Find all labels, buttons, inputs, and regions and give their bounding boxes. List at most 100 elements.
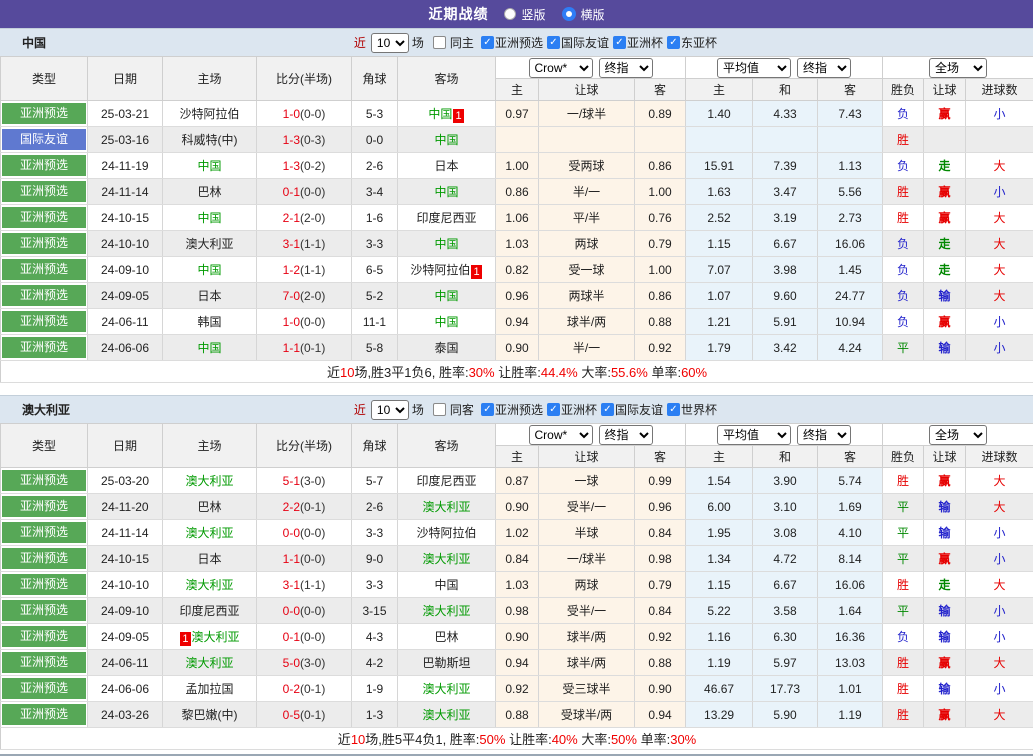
checkbox-icon[interactable]: ✓ bbox=[547, 403, 560, 416]
checkbox-icon[interactable]: ✓ bbox=[601, 403, 614, 416]
checkbox-icon[interactable]: ✓ bbox=[481, 36, 494, 49]
col-home: 主场 bbox=[163, 57, 257, 101]
goals-result: 大 bbox=[966, 153, 1033, 179]
bookmaker-select[interactable]: Crow* bbox=[529, 58, 593, 78]
checkbox-icon[interactable]: ✓ bbox=[667, 403, 680, 416]
team-name: 中国 bbox=[434, 289, 458, 303]
handicap-line: 受三球半 bbox=[539, 676, 635, 702]
match-date: 24-10-15 bbox=[88, 546, 163, 572]
team-name: 中国 bbox=[197, 341, 221, 355]
bookmaker-select[interactable]: Crow* bbox=[529, 425, 593, 445]
team-name: 日本 bbox=[197, 289, 221, 303]
odds-value: 0.94 bbox=[496, 650, 539, 676]
average-odds-value: 1.01 bbox=[818, 676, 883, 702]
team-name: 澳大利亚 bbox=[185, 656, 233, 670]
competition-filter[interactable]: ✓国际友谊 bbox=[597, 401, 663, 418]
goals-result-value: 大 bbox=[994, 211, 1006, 225]
same-away-checkbox[interactable] bbox=[433, 403, 446, 416]
table-header-row-1: 类型 日期 主场 比分(半场) 角球 客场 Crow* 终指 平均值 终指 全场 bbox=[1, 424, 1033, 446]
match-type-cell: 亚洲预选 bbox=[1, 650, 88, 676]
team-name: 中国 bbox=[197, 211, 221, 225]
match-result-value: 平 bbox=[897, 500, 909, 514]
score-cell: 0-2(0-1) bbox=[257, 676, 352, 702]
fulltime-score: 1-0 bbox=[283, 315, 300, 329]
average-select[interactable]: 平均值 bbox=[717, 425, 791, 445]
competition-filter[interactable]: ✓亚洲杯 bbox=[543, 401, 597, 418]
corner-count: 1-6 bbox=[352, 205, 398, 231]
odds-value: 0.96 bbox=[496, 283, 539, 309]
average-odds-value bbox=[686, 127, 753, 153]
goals-result: 小 bbox=[966, 598, 1033, 624]
checkbox-icon[interactable]: ✓ bbox=[481, 403, 494, 416]
col-type: 类型 bbox=[1, 57, 88, 101]
competition-filter[interactable]: ✓亚洲预选 bbox=[477, 401, 543, 418]
competition-filter[interactable]: ✓东亚杯 bbox=[663, 34, 717, 51]
checkbox-icon[interactable]: ✓ bbox=[667, 36, 680, 49]
handicap-result: 走 bbox=[924, 572, 966, 598]
match-type-badge: 亚洲预选 bbox=[2, 496, 86, 517]
near-count-select[interactable]: 10 bbox=[371, 33, 409, 53]
team-name: 孟加拉国 bbox=[185, 682, 233, 696]
average-odds-value: 9.60 bbox=[753, 283, 818, 309]
odds-value: 0.88 bbox=[635, 650, 686, 676]
match-type-cell: 亚洲预选 bbox=[1, 494, 88, 520]
team-name: 澳大利亚 bbox=[422, 682, 470, 696]
goals-result bbox=[966, 127, 1033, 153]
match-result: 平 bbox=[883, 546, 924, 572]
fulltime-score: 1-1 bbox=[283, 552, 300, 566]
handicap-line: 半球 bbox=[539, 520, 635, 546]
goals-result: 大 bbox=[966, 494, 1033, 520]
sub-avg-away: 客 bbox=[818, 79, 883, 101]
odds-value: 1.02 bbox=[496, 520, 539, 546]
full-match-select[interactable]: 全场 bbox=[929, 425, 987, 445]
checkbox-icon[interactable]: ✓ bbox=[613, 36, 626, 49]
match-result: 负 bbox=[883, 231, 924, 257]
handicap-line: 受半/一 bbox=[539, 494, 635, 520]
same-home-checkbox[interactable] bbox=[433, 36, 446, 49]
average-stage-select[interactable]: 终指 bbox=[797, 425, 851, 445]
match-row: 亚洲预选24-06-06孟加拉国0-2(0-1)1-9澳大利亚0.92受三球半0… bbox=[1, 676, 1033, 702]
sub-away: 客 bbox=[635, 446, 686, 468]
odds-value: 0.92 bbox=[635, 624, 686, 650]
handicap-result: 输 bbox=[924, 598, 966, 624]
halftime-score: (3-0) bbox=[300, 474, 325, 488]
table-header-row-1: 类型 日期 主场 比分(半场) 角球 客场 Crow* 终指 平均值 终指 全场 bbox=[1, 57, 1033, 79]
match-type-cell: 国际友谊 bbox=[1, 127, 88, 153]
handicap-line: 两球 bbox=[539, 572, 635, 598]
handicap-result: 输 bbox=[924, 520, 966, 546]
corner-count: 3-3 bbox=[352, 231, 398, 257]
full-match-select[interactable]: 全场 bbox=[929, 58, 987, 78]
col-corner: 角球 bbox=[352, 57, 398, 101]
odds-stage-select[interactable]: 终指 bbox=[599, 58, 653, 78]
summary-segment: 44.4% bbox=[541, 365, 578, 380]
handicap-result-value: 赢 bbox=[939, 107, 951, 121]
competition-filter[interactable]: ✓世界杯 bbox=[663, 401, 717, 418]
odds-value: 0.86 bbox=[635, 283, 686, 309]
layout-radio-vertical[interactable]: 竖版 bbox=[504, 6, 545, 23]
radio-checked-icon[interactable] bbox=[562, 7, 576, 21]
average-select[interactable]: 平均值 bbox=[717, 58, 791, 78]
near-count-select[interactable]: 10 bbox=[371, 400, 409, 420]
goals-result-value: 小 bbox=[994, 526, 1006, 540]
odds-stage-select[interactable]: 终指 bbox=[599, 425, 653, 445]
team-name: 泰国 bbox=[434, 341, 458, 355]
competition-filter[interactable]: ✓亚洲杯 bbox=[609, 34, 663, 51]
fulltime-score: 1-2 bbox=[283, 263, 300, 277]
goals-result-value: 小 bbox=[994, 604, 1006, 618]
section-gap bbox=[0, 383, 1033, 395]
competition-filter[interactable]: ✓亚洲预选 bbox=[477, 34, 543, 51]
average-stage-select[interactable]: 终指 bbox=[797, 58, 851, 78]
top-bar: 近期战绩 竖版 横版 bbox=[0, 0, 1033, 28]
australia-matches-table: 类型 日期 主场 比分(半场) 角球 客场 Crow* 终指 平均值 终指 全场 bbox=[0, 423, 1033, 750]
average-odds-value: 8.14 bbox=[818, 546, 883, 572]
match-date: 24-09-10 bbox=[88, 257, 163, 283]
handicap-result-value: 赢 bbox=[939, 211, 951, 225]
radio-unchecked-icon[interactable] bbox=[504, 8, 516, 20]
match-date: 24-09-05 bbox=[88, 283, 163, 309]
layout-radio-horizontal[interactable]: 横版 bbox=[562, 6, 605, 23]
average-odds-value: 24.77 bbox=[818, 283, 883, 309]
checkbox-icon[interactable]: ✓ bbox=[547, 36, 560, 49]
competition-filter[interactable]: ✓国际友谊 bbox=[543, 34, 609, 51]
odds-value: 0.90 bbox=[496, 494, 539, 520]
average-odds-value: 1.54 bbox=[686, 468, 753, 494]
